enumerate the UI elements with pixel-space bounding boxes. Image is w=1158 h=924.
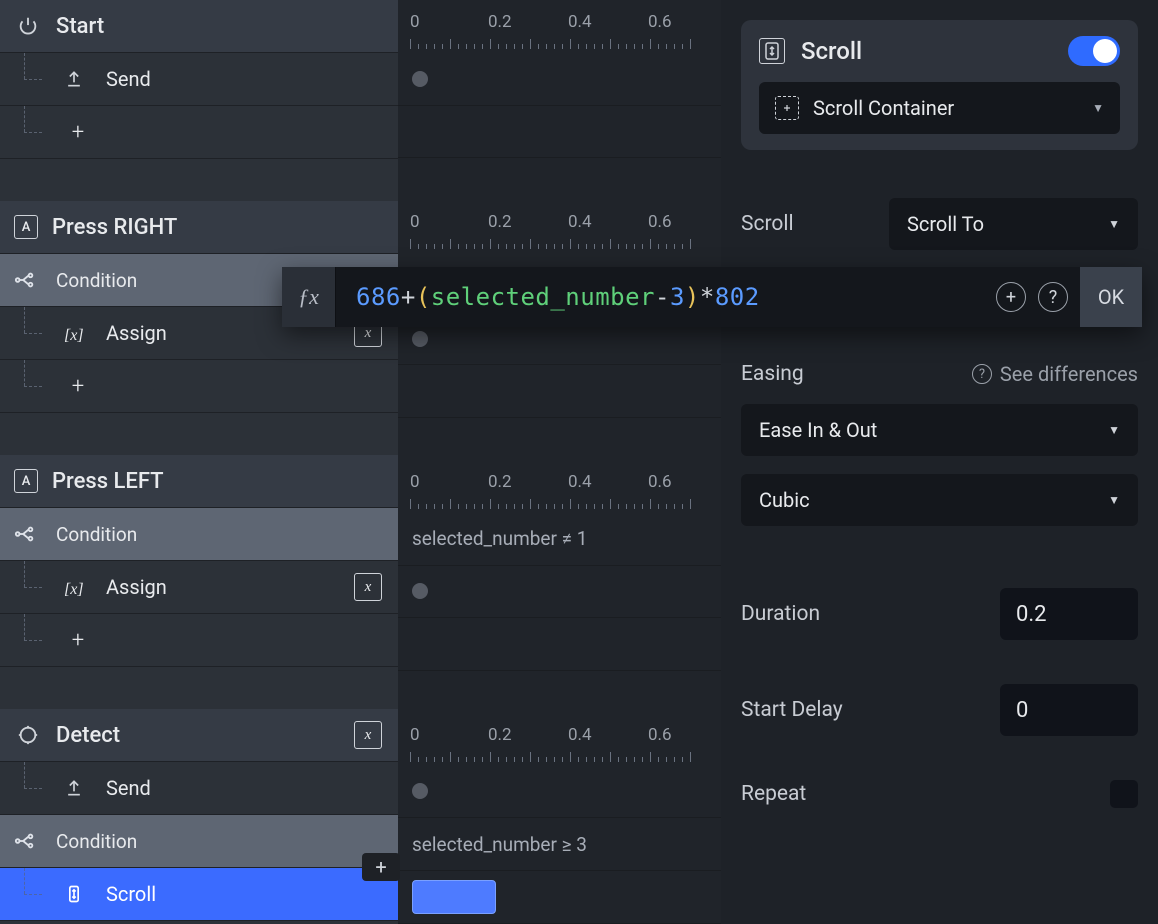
ruler-ticks — [410, 37, 721, 49]
scroll-mode-label: Scroll — [741, 212, 889, 236]
timeline-empty — [398, 106, 721, 159]
target-label: Scroll Container — [813, 96, 1092, 120]
trigger-label: Start — [56, 14, 398, 39]
action-label: Scroll — [106, 882, 398, 906]
key-icon: A — [14, 215, 38, 239]
scroll-target-select[interactable]: Scroll Container ▼ — [759, 82, 1120, 134]
timeline-keyframe[interactable] — [398, 766, 721, 819]
formula-expression[interactable]: 686+(selected_number-3)*802 — [336, 283, 996, 311]
timeline-panel: 0 0.2 0.4 0.6 0 0.2 0.4 0.6 0 0.2 0.4 0.… — [398, 0, 721, 924]
fx-icon: ƒx — [282, 267, 336, 327]
action-label: Send — [106, 67, 398, 91]
timeline-empty — [398, 365, 721, 418]
container-icon — [775, 96, 799, 120]
condition-label: Condition — [56, 523, 398, 546]
keyframe-dot-icon — [412, 71, 428, 87]
branch-icon — [14, 269, 42, 291]
formula-help-button[interactable]: ? — [1038, 282, 1068, 312]
condition-label: Condition — [56, 830, 398, 853]
start-delay-label: Start Delay — [741, 698, 985, 722]
timeline-ruler: 0 0.2 0.4 0.6 — [398, 200, 721, 253]
ruler-ticks — [410, 497, 721, 509]
timeline-ruler: 0 0.2 0.4 0.6 — [398, 713, 721, 766]
trigger-label: Detect — [56, 723, 354, 748]
plus-icon: + — [64, 118, 92, 146]
timeline-ruler: 0 0.2 0.4 0.6 — [398, 460, 721, 513]
branch-icon — [14, 523, 42, 545]
inspector-panel: Scroll Scroll Container ▼ Scroll Scroll … — [721, 0, 1158, 924]
duration-input[interactable]: 0.2 — [1000, 588, 1138, 640]
scroll-icon — [64, 883, 92, 905]
trigger-press-right[interactable]: A Press RIGHT — [0, 201, 398, 254]
target-icon — [14, 721, 42, 749]
add-action-button[interactable]: + — [0, 360, 398, 413]
insert-action-button[interactable]: + — [362, 853, 400, 881]
easing-mode-select[interactable]: Ease In & Out ▼ — [741, 404, 1138, 456]
condition-row[interactable]: Condition + — [0, 815, 398, 868]
branch-icon — [14, 830, 42, 852]
condition-row[interactable]: Condition — [0, 508, 398, 561]
easing-curve-select[interactable]: Cubic ▼ — [741, 474, 1138, 526]
upload-icon — [64, 778, 92, 798]
scroll-icon — [759, 38, 785, 64]
action-scroll[interactable]: Scroll — [0, 868, 398, 921]
timeline-ruler: 0 0.2 0.4 0.6 — [398, 0, 721, 53]
formula-ok-button[interactable]: OK — [1080, 267, 1142, 327]
power-icon — [14, 12, 42, 40]
variable-badge-icon[interactable]: x — [354, 573, 382, 601]
action-send[interactable]: Send — [0, 762, 398, 815]
panel-title: Scroll — [801, 37, 1068, 65]
variable-badge-icon[interactable]: x — [354, 721, 382, 749]
plus-icon: + — [64, 372, 92, 400]
trigger-label: Press RIGHT — [52, 215, 398, 240]
chevron-down-icon: ▼ — [1108, 217, 1120, 231]
timeline-empty — [398, 618, 721, 671]
action-tree-panel: Start Send + A Press RIGHT — [0, 0, 398, 924]
timeline-condition-expr[interactable]: selected_number ≠ 1 — [398, 513, 721, 566]
plus-icon: + — [64, 626, 92, 654]
add-token-button[interactable]: + — [996, 282, 1026, 312]
help-icon: ? — [972, 364, 992, 384]
keyframe-dot-icon — [412, 783, 428, 799]
block-start: Start Send + — [0, 0, 398, 159]
repeat-checkbox[interactable] — [1110, 780, 1138, 808]
add-action-button[interactable]: + — [0, 614, 398, 667]
ruler-ticks — [410, 750, 721, 762]
duration-label: Duration — [741, 602, 985, 626]
upload-icon — [64, 69, 92, 89]
trigger-start[interactable]: Start — [0, 0, 398, 53]
segment-chip[interactable] — [412, 880, 496, 914]
block-detect: Detect x Send Condition + — [0, 709, 398, 921]
timeline-condition-expr[interactable]: selected_number ≥ 3 — [398, 818, 721, 871]
action-label: Assign — [106, 575, 354, 599]
trigger-label: Press LEFT — [52, 469, 398, 494]
key-icon: A — [14, 469, 38, 493]
variable-icon: [x] — [64, 575, 92, 599]
block-press-left: A Press LEFT Condition [x] Assign x + — [0, 455, 398, 667]
keyframe-dot-icon — [412, 583, 428, 599]
trigger-detect[interactable]: Detect x — [0, 709, 398, 762]
action-send[interactable]: Send — [0, 53, 398, 106]
scroll-enabled-toggle[interactable] — [1068, 36, 1120, 66]
action-label: Send — [106, 776, 398, 800]
scroll-panel-header: Scroll Scroll Container ▼ — [741, 20, 1138, 150]
easing-label: Easing — [741, 362, 972, 386]
chevron-down-icon: ▼ — [1108, 423, 1120, 437]
ruler-ticks — [410, 237, 721, 249]
formula-editor[interactable]: ƒx 686+(selected_number-3)*802 + ? OK — [282, 267, 1142, 327]
timeline-keyframe[interactable] — [398, 53, 721, 106]
scroll-mode-select[interactable]: Scroll To ▼ — [889, 198, 1138, 250]
timeline-scroll-segment[interactable] — [398, 871, 721, 924]
repeat-label: Repeat — [741, 782, 985, 806]
keyframe-dot-icon — [412, 331, 428, 347]
add-action-button[interactable]: + — [0, 106, 398, 159]
chevron-down-icon: ▼ — [1108, 493, 1120, 507]
trigger-press-left[interactable]: A Press LEFT — [0, 455, 398, 508]
action-assign[interactable]: [x] Assign x — [0, 561, 398, 614]
start-delay-input[interactable]: 0 — [1000, 684, 1138, 736]
see-differences-link[interactable]: ? See differences — [972, 362, 1138, 386]
variable-icon: [x] — [64, 321, 92, 345]
timeline-keyframe[interactable] — [398, 566, 721, 619]
chevron-down-icon: ▼ — [1092, 101, 1104, 115]
